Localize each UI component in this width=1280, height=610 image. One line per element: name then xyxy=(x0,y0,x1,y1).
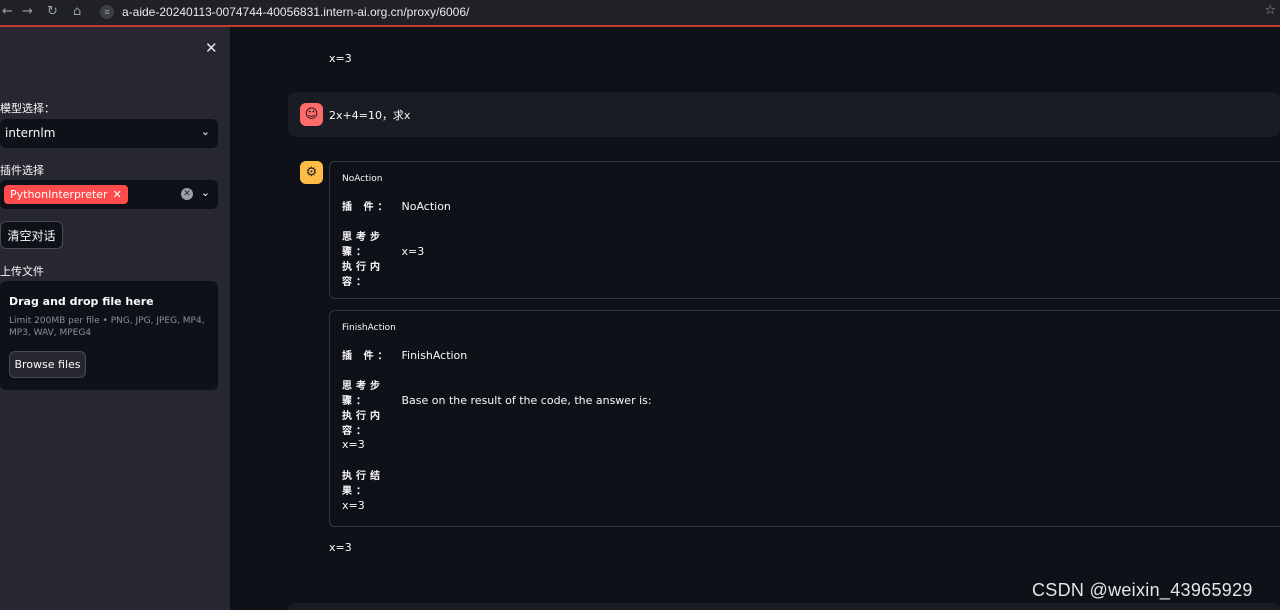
sidebar: ✕ 模型选择： internlm ⌄ 插件选择 PythonInterprete… xyxy=(0,27,230,610)
action-card-noaction: NoAction 插 件： NoAction 思考步骤： x=3 执行内容： xyxy=(329,161,1280,299)
browser-toolbar: ← → ↻ ⌂ ≡ a-aide-20240113-0074744-400568… xyxy=(0,0,1280,27)
thought-value: Base on the result of the code, the answ… xyxy=(401,394,652,407)
chevron-down-icon: ⌄ xyxy=(200,186,210,199)
plugin-row: 插 件： FinishAction xyxy=(342,347,467,362)
upload-label: 上传文件 xyxy=(0,265,44,278)
chat-area: x=3 ☺ 2x+4=10，求x ⚙ NoAction 插 件： NoActio… xyxy=(230,27,1280,610)
chat-input-bar[interactable] xyxy=(288,603,1280,610)
plugin-key: 插 件： xyxy=(342,202,392,213)
clear-selection-icon[interactable]: ✕ xyxy=(181,188,193,200)
watermark-text: CSDN @weixin_43965929 xyxy=(1032,580,1253,600)
plugin-multiselect[interactable]: PythonInterpreter ✕ ✕ ⌄ xyxy=(0,180,218,209)
forward-icon[interactable]: → xyxy=(22,4,33,19)
url-text: a-aide-20240113-0074744-40056831.intern-… xyxy=(122,5,470,19)
model-select-value: internlm xyxy=(5,126,56,140)
plugin-select-label: 插件选择 xyxy=(0,164,44,177)
plugin-chip-label: PythonInterpreter xyxy=(10,188,108,201)
chevron-down-icon: ⌄ xyxy=(200,125,210,138)
exec-key: 执行内容： xyxy=(342,262,384,288)
final-answer: x=3 xyxy=(329,541,352,554)
user-message-text: 2x+4=10，求x xyxy=(329,109,411,122)
exec-row: 执行内容： xyxy=(342,407,398,437)
result-row: 执行结果： xyxy=(342,467,398,497)
upload-title: Drag and drop file here xyxy=(9,295,154,308)
model-select[interactable]: internlm ⌄ xyxy=(0,119,218,148)
thought-value: x=3 xyxy=(401,245,425,258)
back-icon[interactable]: ← xyxy=(2,4,13,19)
close-sidebar-icon[interactable]: ✕ xyxy=(205,39,218,57)
result-key: 执行结果： xyxy=(342,471,384,497)
file-dropzone[interactable]: Drag and drop file here Limit 200MB per … xyxy=(0,281,218,390)
upload-limit: Limit 200MB per file • PNG, JPG, JPEG, M… xyxy=(9,316,205,338)
card-title: NoAction xyxy=(342,174,383,184)
card-title: FinishAction xyxy=(342,323,396,333)
exec-row: 执行内容： xyxy=(342,258,398,288)
browse-files-button[interactable]: Browse files xyxy=(9,351,86,378)
thought-row: 思考步骤： x=3 xyxy=(342,228,424,258)
user-avatar-icon: ☺ xyxy=(300,103,323,126)
plugin-value: NoAction xyxy=(401,200,451,213)
result-value: x=3 xyxy=(342,499,365,512)
plugin-key: 插 件： xyxy=(342,351,392,362)
reload-icon[interactable]: ↻ xyxy=(47,4,58,19)
bot-avatar-icon: ⚙ xyxy=(300,161,323,184)
exec-value: x=3 xyxy=(342,438,365,451)
plugin-chip: PythonInterpreter ✕ xyxy=(4,185,128,204)
clear-chat-button[interactable]: 清空对话 xyxy=(0,221,63,249)
action-card-finishaction: FinishAction 插 件： FinishAction 思考步骤： Bas… xyxy=(329,310,1280,527)
site-settings-icon[interactable]: ≡ xyxy=(100,5,114,19)
exec-key: 执行内容： xyxy=(342,411,384,437)
thought-row: 思考步骤： Base on the result of the code, th… xyxy=(342,377,652,407)
remove-chip-icon[interactable]: ✕ xyxy=(113,188,122,201)
previous-message-text: x=3 xyxy=(329,52,352,65)
thought-key: 思考步骤： xyxy=(342,232,384,258)
home-icon[interactable]: ⌂ xyxy=(73,4,81,19)
address-bar[interactable]: ≡ a-aide-20240113-0074744-40056831.inter… xyxy=(100,3,1270,21)
plugin-value: FinishAction xyxy=(401,349,468,362)
plugin-row: 插 件： NoAction xyxy=(342,198,451,213)
user-message: ☺ 2x+4=10，求x xyxy=(288,92,1280,137)
bookmark-star-icon[interactable]: ☆ xyxy=(1264,3,1276,18)
thought-key: 思考步骤： xyxy=(342,381,384,407)
model-select-label: 模型选择： xyxy=(0,102,55,115)
